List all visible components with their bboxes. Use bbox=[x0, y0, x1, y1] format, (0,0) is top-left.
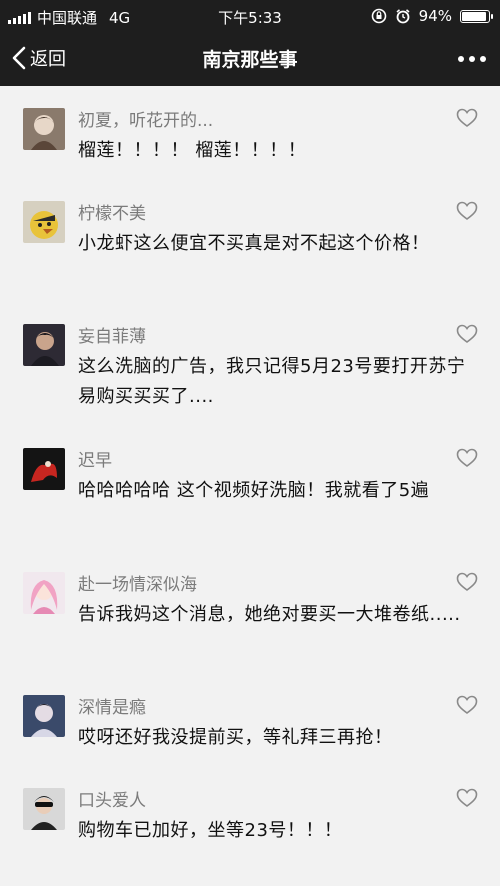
page-title: 南京那些事 bbox=[202, 49, 298, 71]
comment-text: 小龙虾这么便宜不买真是对不起这个价格！ bbox=[78, 233, 430, 254]
comment-text: 榴莲！！！！ 榴莲！！！！ bbox=[78, 140, 307, 161]
heart-icon[interactable] bbox=[456, 572, 478, 592]
comment-text: 这么洗脑的广告，我只记得5月23号要打开苏宁易购买买买了.... bbox=[78, 356, 466, 407]
battery-level-fill bbox=[462, 11, 487, 21]
back-label: 返回 bbox=[30, 49, 66, 70]
heart-icon[interactable] bbox=[456, 324, 478, 344]
avatar bbox=[23, 324, 65, 366]
heart-icon[interactable] bbox=[456, 695, 478, 715]
avatar bbox=[23, 448, 65, 490]
heart-icon[interactable] bbox=[456, 788, 478, 808]
status-bar: 中国联通 4G 下午5:33 94% bbox=[0, 0, 500, 32]
comment-nickname: 深情是瘾 bbox=[78, 698, 146, 718]
comment-nickname: 口头爱人 bbox=[78, 791, 146, 811]
back-button[interactable]: 返回 bbox=[12, 45, 66, 71]
chevron-left-icon bbox=[12, 46, 26, 70]
more-dots-icon[interactable] bbox=[446, 46, 486, 72]
comment-nickname: 初夏，听花开的... bbox=[78, 111, 214, 131]
avatar bbox=[23, 201, 65, 243]
comment-nickname: 柠檬不美 bbox=[78, 204, 146, 224]
comment-text: 哎呀还好我没提前买，等礼拜三再抢！ bbox=[78, 727, 393, 748]
comment-nickname: 迟早 bbox=[78, 451, 112, 471]
rotation-lock-icon bbox=[371, 8, 386, 24]
heart-icon[interactable] bbox=[456, 108, 478, 128]
alarm-icon bbox=[396, 9, 410, 24]
heart-icon[interactable] bbox=[456, 448, 478, 468]
heart-icon[interactable] bbox=[456, 201, 478, 221]
battery-icon bbox=[460, 9, 493, 23]
avatar bbox=[23, 108, 65, 150]
avatar bbox=[23, 788, 65, 830]
comment-text: 告诉我妈这个消息，她绝对要买一大堆卷纸..... bbox=[78, 604, 461, 625]
status-right: 94% bbox=[371, 7, 493, 25]
comment-nickname: 妄自菲薄 bbox=[78, 327, 146, 347]
comment-nickname: 赴一场情深似海 bbox=[78, 575, 197, 595]
avatar bbox=[23, 695, 65, 737]
comment-text: 哈哈哈哈哈 这个视频好洗脑！我就看了5遍 bbox=[78, 480, 430, 501]
battery-percent: 94% bbox=[418, 7, 452, 25]
nav-bar: 返回 南京那些事 bbox=[0, 32, 500, 86]
avatar bbox=[23, 572, 65, 614]
comment-text: 购物车已加好，坐等23号！！！ bbox=[78, 820, 343, 841]
